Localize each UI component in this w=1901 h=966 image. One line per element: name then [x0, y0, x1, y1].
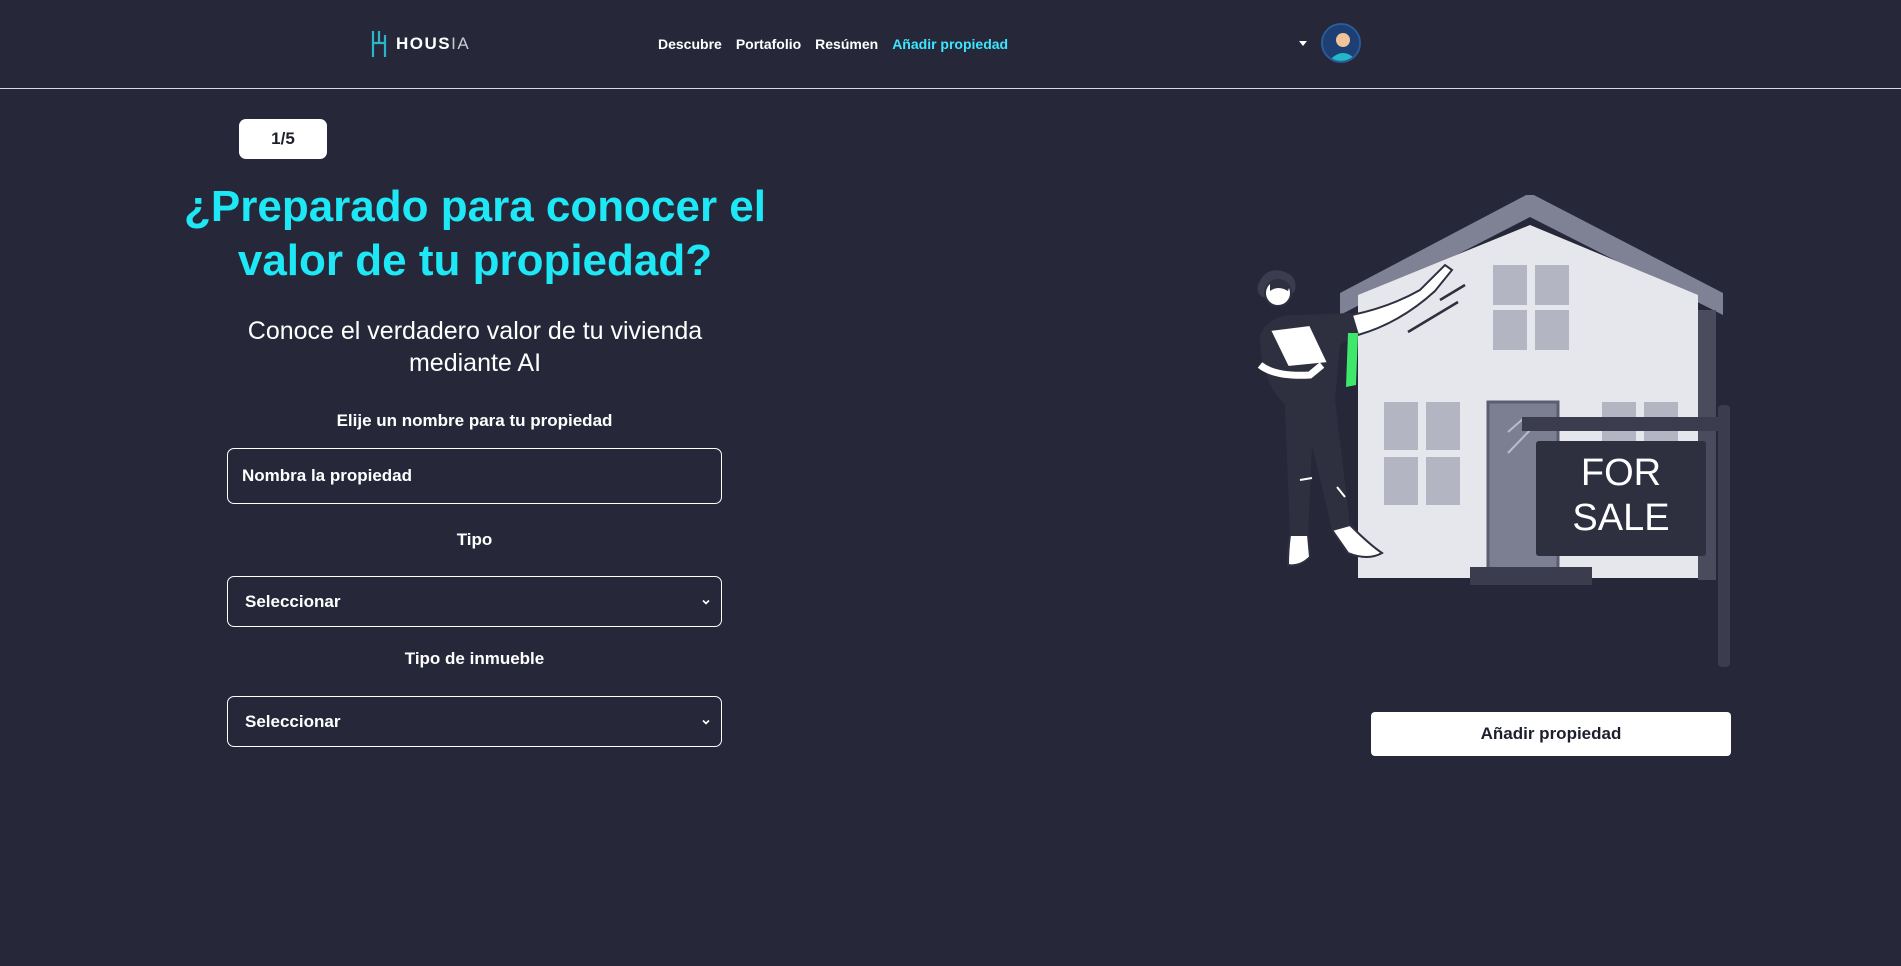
- caret-down-icon[interactable]: [1299, 41, 1307, 46]
- type-label: Tipo: [456, 530, 493, 549]
- logo-mark-icon: [371, 31, 387, 57]
- brand-name: HOUSIA: [396, 34, 471, 53]
- main-nav: Descubre Portafolio Resúmen Añadir propi…: [658, 36, 1008, 52]
- brand-logo[interactable]: HOUSIA: [370, 29, 470, 59]
- user-avatar-icon[interactable]: [1321, 23, 1361, 63]
- chevron-down-icon: [702, 599, 710, 605]
- hero-title: ¿Preparado para conocer el valor de tu p…: [184, 182, 766, 285]
- property-type-select[interactable]: Seleccionar: [227, 696, 722, 747]
- type-select[interactable]: Seleccionar: [227, 576, 722, 627]
- house-for-sale-illustration: FOR SALE: [1257, 195, 1730, 667]
- type-select-value: Seleccionar: [245, 591, 341, 611]
- property-name-input[interactable]: [227, 448, 722, 504]
- step-indicator-badge: 1/5: [239, 119, 327, 159]
- property-name-label: Elije un nombre para tu propiedad: [336, 411, 613, 430]
- property-type-select-value: Seleccionar: [245, 711, 341, 731]
- sign-text-line2: SALE: [1572, 497, 1669, 539]
- nav-link-anadir-propiedad[interactable]: Añadir propiedad: [892, 36, 1008, 52]
- chevron-down-icon: [702, 719, 710, 725]
- sign-text-line1: FOR: [1581, 452, 1661, 494]
- hero-subtitle: Conoce el verdadero valor de tu vivienda…: [247, 317, 703, 377]
- navbar: HOUSIA Descubre Portafolio Resúmen Añadi…: [0, 0, 1901, 89]
- property-type-label: Tipo de inmueble: [404, 649, 545, 668]
- nav-link-descubre[interactable]: Descubre: [658, 36, 722, 52]
- nav-link-portafolio[interactable]: Portafolio: [736, 36, 801, 52]
- nav-link-resumen[interactable]: Resúmen: [815, 36, 878, 52]
- add-property-button[interactable]: Añadir propiedad: [1371, 712, 1731, 756]
